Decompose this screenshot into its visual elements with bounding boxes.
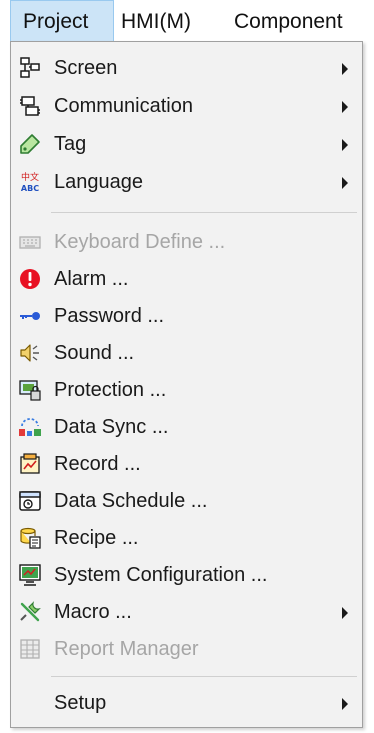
menu-item-password[interactable]: Password ...	[11, 299, 362, 333]
communication-icon	[18, 94, 42, 118]
protection-icon	[18, 378, 42, 402]
submenu-arrow-icon	[342, 63, 348, 75]
menu-item-label: Record ...	[54, 453, 141, 475]
menu-item-label: Language	[54, 171, 143, 193]
record-icon	[18, 452, 42, 476]
menu-item-label: System Configuration ...	[54, 564, 268, 586]
submenu-arrow-icon	[342, 101, 348, 113]
menu-item-label: Password ...	[54, 305, 165, 327]
menu-item-tag[interactable]: Tag	[11, 127, 362, 161]
menubar-hmi[interactable]: HMI(M)	[121, 0, 191, 42]
menubar-component[interactable]: Component	[234, 0, 343, 42]
svg-text:中文: 中文	[21, 171, 39, 183]
password-key-icon	[18, 304, 42, 328]
menu-item-label: Recipe ...	[54, 527, 139, 549]
data-sync-icon	[18, 415, 42, 439]
menu-item-label: Data Schedule ...	[54, 490, 208, 512]
menu-item-alarm[interactable]: Alarm ...	[11, 262, 362, 296]
report-manager-icon	[18, 637, 42, 661]
menu-item-communication[interactable]: Communication	[11, 89, 362, 123]
menu-item-setup[interactable]: Setup	[11, 686, 362, 720]
system-configuration-icon	[18, 563, 42, 587]
submenu-arrow-icon	[342, 607, 348, 619]
menu-item-report-manager: Report Manager	[11, 632, 362, 666]
menu-item-data-sync[interactable]: Data Sync ...	[11, 410, 362, 444]
submenu-arrow-icon	[342, 139, 348, 151]
submenu-arrow-icon	[342, 698, 348, 710]
project-dropdown-menu: Screen Communication Tag 中文 ABC Language…	[10, 41, 363, 728]
svg-text:ABC: ABC	[21, 184, 39, 193]
menu-item-label: Communication	[54, 95, 193, 117]
menu-item-record[interactable]: Record ...	[11, 447, 362, 481]
menubar-project[interactable]: Project	[10, 0, 114, 42]
menu-item-label: Sound ...	[54, 342, 135, 364]
menu-item-label: Tag	[54, 133, 87, 155]
menu-item-label: Keyboard Define ...	[54, 231, 226, 253]
sound-icon	[18, 341, 42, 365]
keyboard-icon	[18, 230, 42, 254]
menu-item-macro[interactable]: Macro ...	[11, 595, 362, 629]
menu-item-recipe[interactable]: Recipe ...	[11, 521, 362, 555]
tag-icon	[18, 132, 42, 156]
menu-item-data-schedule[interactable]: Data Schedule ...	[11, 484, 362, 518]
screen-icon	[18, 56, 42, 80]
menu-item-label: Screen	[54, 57, 118, 79]
data-schedule-icon	[18, 489, 42, 513]
macro-icon	[18, 600, 42, 624]
menu-item-protection[interactable]: Protection ...	[11, 373, 362, 407]
menu-bar: Project HMI(M) Component	[0, 0, 374, 42]
menu-item-keyboard-define: Keyboard Define ...	[11, 225, 362, 259]
menu-item-screen[interactable]: Screen	[11, 51, 362, 85]
menu-separator	[51, 212, 357, 213]
recipe-icon	[18, 526, 42, 550]
menu-item-sound[interactable]: Sound ...	[11, 336, 362, 370]
menu-item-label: Alarm ...	[54, 268, 129, 290]
language-icon: 中文 ABC	[18, 170, 42, 194]
menu-item-label: Report Manager	[54, 638, 199, 660]
menu-item-label: Protection ...	[54, 379, 167, 401]
application-window: Project HMI(M) Component Screen Communic…	[0, 0, 374, 733]
alarm-icon	[18, 267, 42, 291]
menu-item-label: Setup	[54, 692, 107, 714]
submenu-arrow-icon	[342, 177, 348, 189]
menu-item-language[interactable]: 中文 ABC Language	[11, 165, 362, 199]
menu-item-label: Macro ...	[54, 601, 132, 623]
menu-item-system-configuration[interactable]: System Configuration ...	[11, 558, 362, 592]
menu-item-label: Data Sync ...	[54, 416, 169, 438]
menu-separator	[51, 676, 357, 677]
